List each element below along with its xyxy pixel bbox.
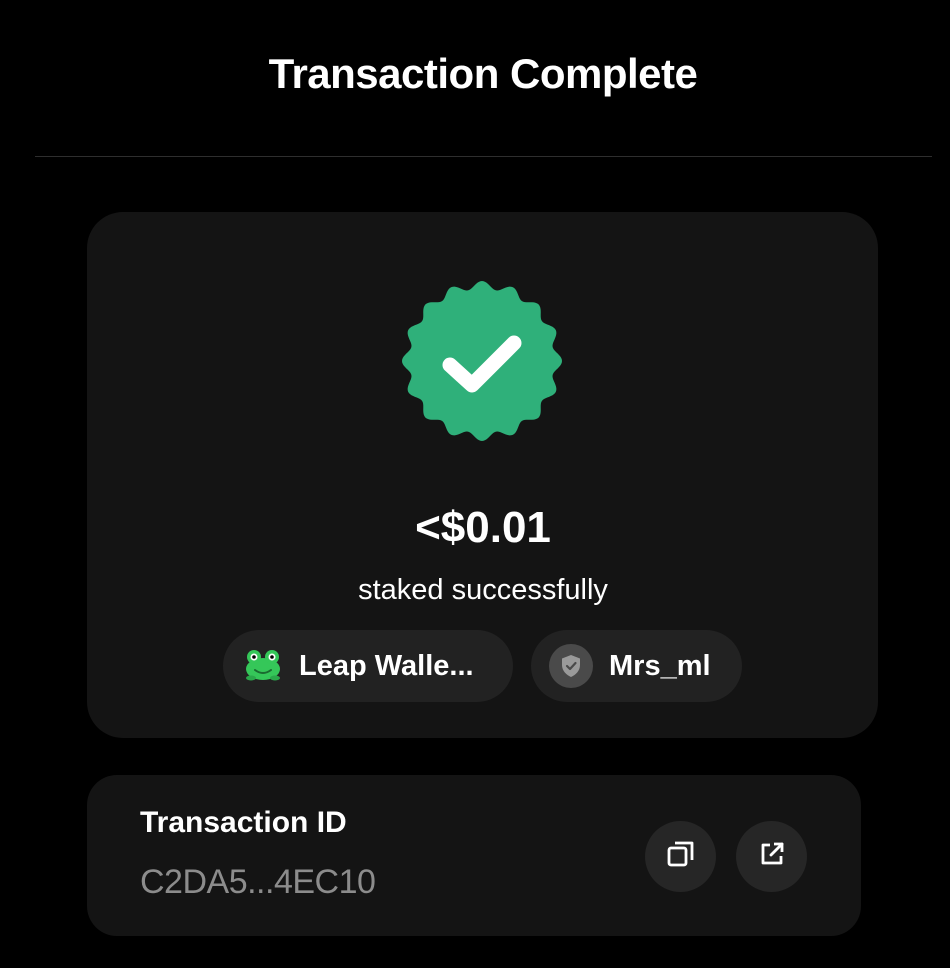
page-title: Transaction Complete [268, 50, 698, 97]
validator-chip-label: Mrs_ml [609, 649, 711, 682]
transaction-complete-screen: Transaction Complete <$0.01 staked succe… [0, 0, 950, 968]
transaction-id-label: Transaction ID [140, 806, 347, 839]
check-badge-icon [398, 277, 566, 445]
staked-amount: <$0.01 [415, 503, 551, 552]
open-explorer-button[interactable] [736, 821, 807, 892]
validator-chip[interactable]: Mrs_ml [531, 630, 742, 702]
wallet-chip[interactable]: Leap Walle... [223, 630, 513, 702]
wallet-chip-label: Leap Walle... [299, 649, 474, 682]
copy-button[interactable] [645, 821, 716, 892]
header-divider [35, 156, 932, 157]
shield-icon [549, 644, 593, 688]
status-text: staked successfully [358, 574, 608, 606]
transaction-id-value: C2DA5...4EC10 [140, 863, 376, 901]
copy-icon [666, 839, 696, 874]
frog-icon [243, 644, 283, 689]
external-link-icon [758, 840, 786, 873]
